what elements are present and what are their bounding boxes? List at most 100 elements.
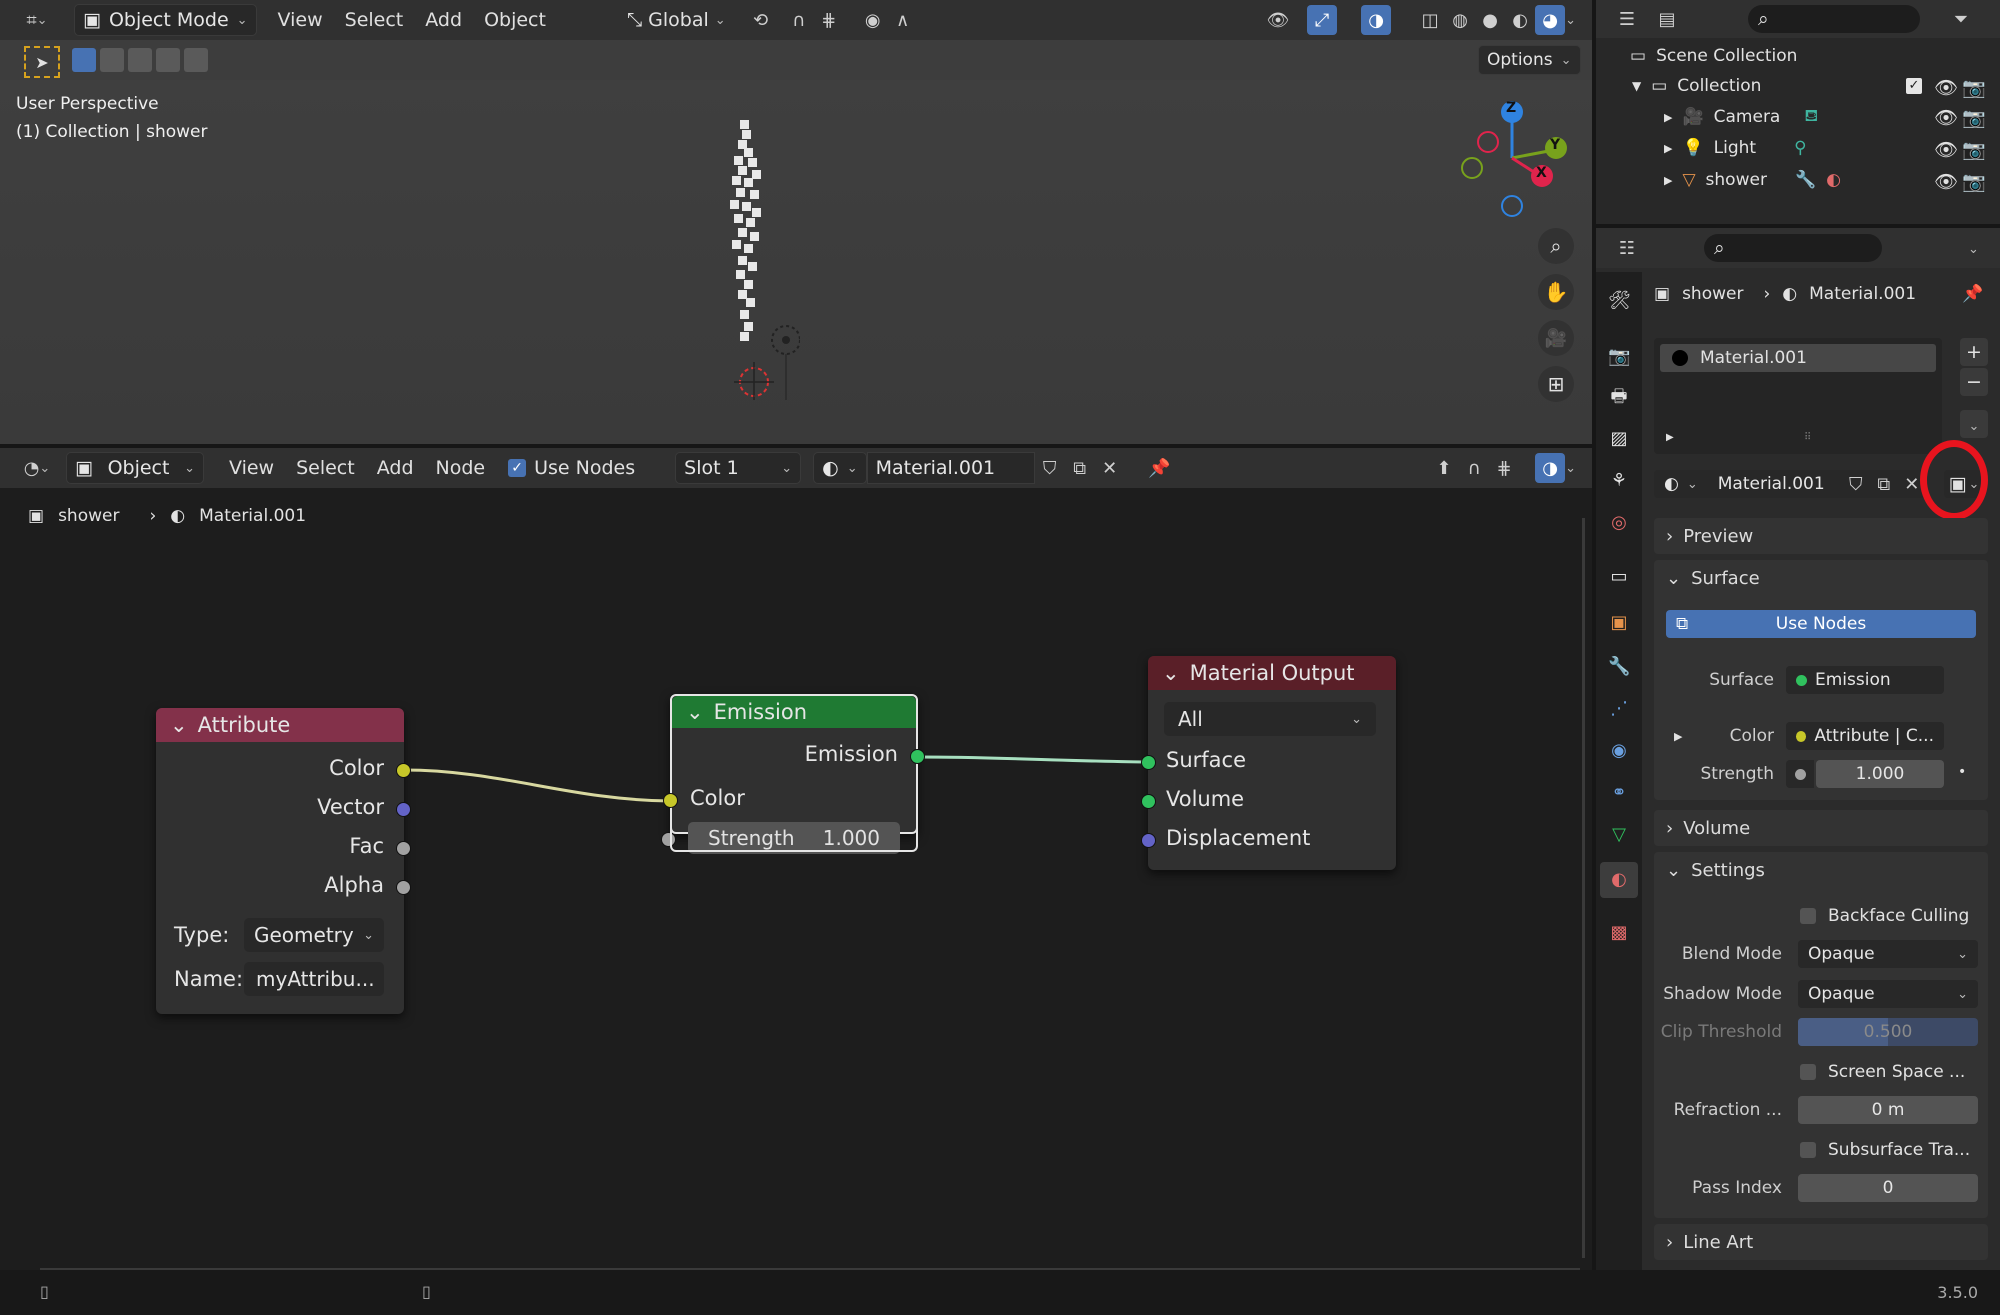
scene-tab-icon[interactable]: ⚘ [1608,470,1630,492]
pivot-icon[interactable]: ⟲ [746,5,776,35]
shower-object[interactable] [726,118,770,354]
expand-chevron-icon[interactable]: ▶ [1674,730,1682,743]
particles-tab-icon[interactable]: ⋰ [1608,698,1630,720]
object-mode-dropdown[interactable]: ▣ Object Mode ⌄ [74,4,257,36]
filter-icon[interactable]: ⏷ [1946,4,1976,34]
material-slot-item[interactable]: Material.001 [1660,344,1936,372]
outliner-item-light[interactable]: ▶ 💡 Light ⚲ [1664,138,1807,158]
render-camera-icon[interactable]: 📷 [1962,106,1986,129]
solid-shading-icon[interactable]: ● [1475,5,1505,35]
surface-panel[interactable]: ⌄ Surface ⧉ Use Nodes Surface Emission ▶… [1654,560,1988,800]
material-tab-icon[interactable]: ◐ [1608,869,1630,891]
constraints-tab-icon[interactable]: ⚭ [1608,782,1630,804]
pan-hand-icon[interactable]: ✋ [1538,274,1574,310]
camera-view-icon[interactable]: 🎥 [1538,320,1574,356]
outliner-item-camera[interactable]: ▶ 🎥 Camera ⛾ [1664,106,1818,128]
material-output-node-header[interactable]: ⌄ Material Output [1148,656,1396,690]
rendered-shading-icon[interactable]: ◕ [1535,5,1566,35]
volume-panel[interactable]: › Volume [1654,810,1988,846]
falloff-icon[interactable]: ∧ [888,5,918,35]
volume-input-socket[interactable] [1141,794,1156,809]
select-invert-icon[interactable] [156,48,180,72]
view-layer-tab-icon[interactable]: ▨ [1608,428,1630,450]
displacement-input-socket[interactable] [1141,833,1156,848]
surface-input-socket[interactable] [1141,755,1156,770]
menu-select[interactable]: Select [334,9,415,31]
backface-culling-checkbox[interactable]: Backface Culling [1800,906,1969,926]
chevron-down-icon[interactable]: ⌄ [1968,236,1979,258]
outliner[interactable]: ☰ ▤ ⌕ ⏷ ▭ Scene Collection ▼ ▭ Collectio… [1596,0,2000,224]
strength-input-field[interactable]: 1.000 [1816,760,1944,788]
collection-row[interactable]: ▼ ▭ Collection [1632,76,1761,96]
snap-target-icon[interactable]: ⋕ [814,5,844,35]
physics-tab-icon[interactable]: ◉ [1608,740,1630,762]
render-tab-icon[interactable]: 📷 [1608,346,1630,368]
options-dropdown[interactable]: Options ⌄ [1478,45,1581,75]
material-output-node[interactable]: ⌄ Material Output All ⌄ Surface Volume Di… [1141,656,1396,870]
modifier-tab-icon[interactable]: 🔧 [1608,656,1630,678]
world-tab-icon[interactable]: ◎ [1608,512,1630,534]
vertical-scrollbar[interactable] [1582,518,1585,1258]
eye-icon[interactable]: 👁 [1934,106,1958,129]
perspective-grid-icon[interactable]: ⊞ [1538,366,1574,402]
resize-grip-icon[interactable]: ⠿ [1804,432,1811,443]
material-name-field[interactable]: Material.001 [1707,470,1842,498]
emission-node[interactable]: ⌄ Emission Emission Color [663,694,925,834]
data-tab-icon[interactable]: ▽ [1608,824,1630,846]
material-slot-list[interactable]: Material.001 ▶ ⠿ [1654,338,1942,454]
color-output-socket[interactable] [396,763,411,778]
select-subtract-icon[interactable] [128,48,152,72]
fac-output-socket[interactable] [396,841,411,856]
subsurface-translucency-checkbox[interactable]: Subsurface Tra... [1800,1140,1970,1160]
emission-node-header[interactable]: ⌄ Emission [672,696,916,728]
outliner-search-input[interactable]: ⌕ [1748,5,1920,33]
outliner-item-shower[interactable]: ▶ ▽ shower 🔧 ◐ [1664,170,1841,190]
editor-type-icon[interactable]: ⌗ ⌄ [22,5,52,35]
snap-icon[interactable]: ∩ [784,5,814,35]
display-mode-icon[interactable]: ▤ [1652,4,1682,34]
blend-mode-dropdown[interactable]: Opaque ⌄ [1798,940,1978,968]
select-extend-icon[interactable] [100,48,124,72]
duplicate-material-icon[interactable]: ⧉ [1869,470,1898,498]
render-camera-icon[interactable]: 📷 [1962,170,1986,193]
color-input-field[interactable]: Attribute | C... [1786,722,1944,750]
pin-icon[interactable]: 📌 [1962,284,1983,304]
render-camera-icon[interactable]: 📷 [1962,138,1986,161]
scene-collection-row[interactable]: ▭ Scene Collection [1630,46,1797,66]
select-tool-icon[interactable]: ➤ [24,46,60,78]
collection-tab-icon[interactable]: ▭ [1608,566,1630,588]
use-nodes-button[interactable]: ⧉ Use Nodes [1666,610,1976,638]
eye-icon[interactable]: 👁 [1934,170,1958,193]
editor-type-icon[interactable]: ☷ [1612,233,1642,263]
line-art-panel[interactable]: › Line Art [1654,1224,1988,1260]
eye-icon[interactable]: 👁 [1934,138,1958,161]
object-tab-icon[interactable]: ▣ [1608,612,1630,634]
menu-object[interactable]: Object [473,9,557,31]
pass-index-field[interactable]: 0 [1798,1174,1978,1202]
3d-viewport[interactable]: ⌗ ⌄ ▣ Object Mode ⌄ View Select Add Objec… [0,0,1592,448]
chevron-down-icon[interactable]: ⌄ [1565,13,1576,28]
expand-chevron-icon[interactable]: ▶ [1666,432,1674,443]
eye-icon[interactable]: 👁 [1934,76,1958,99]
emission-output-socket[interactable] [910,749,925,764]
strength-input-socket[interactable] [661,832,676,847]
shadow-mode-dropdown[interactable]: Opaque ⌄ [1798,980,1978,1008]
editor-type-icon[interactable]: ☰ [1612,4,1642,34]
preview-panel[interactable]: › Preview [1654,518,1988,554]
material-browse-dropdown[interactable]: ◐ ⌄ [1654,470,1708,498]
attribute-name-field[interactable]: myAttribu... [244,962,384,996]
color-input-socket[interactable] [663,793,678,808]
texture-tab-icon[interactable]: ▩ [1608,922,1630,944]
gizmo-toggle-icon[interactable]: ⤢ [1307,5,1338,35]
type-dropdown[interactable]: Geometry ⌄ [244,918,384,952]
surface-shader-field[interactable]: Emission [1786,666,1944,694]
remove-slot-button[interactable]: − [1960,368,1988,396]
target-dropdown[interactable]: All ⌄ [1164,702,1376,736]
navigation-gizmo[interactable]: Z Y X [1448,98,1578,222]
material-shading-icon[interactable]: ◐ [1505,5,1535,35]
slot-specials-button[interactable]: ⌄ [1960,410,1988,438]
properties-search-input[interactable]: ⌕ [1704,234,1882,262]
visibility-icon[interactable]: 👁 [1263,5,1293,35]
settings-panel[interactable]: ⌄ Settings Backface Culling Blend Mode O… [1654,852,1988,1218]
wireframe-shading-icon[interactable]: ◍ [1445,5,1475,35]
